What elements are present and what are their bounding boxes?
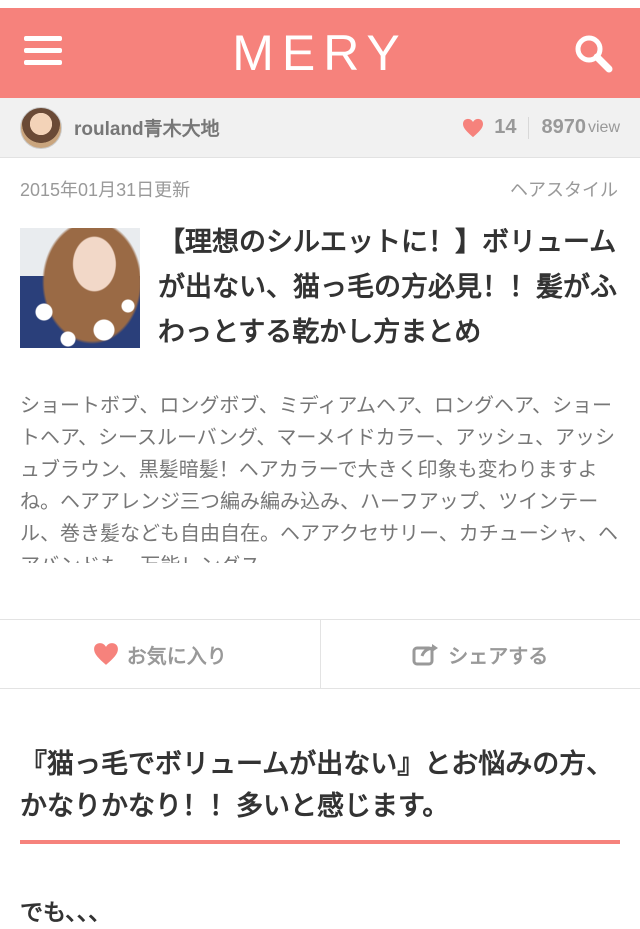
view-count: 8970 bbox=[541, 116, 586, 138]
author-name[interactable]: rouland青木大地 bbox=[74, 114, 220, 141]
avatar[interactable] bbox=[20, 106, 62, 149]
heart-icon bbox=[463, 118, 484, 137]
section-heading: 『猫っ毛でボリュームが出ない』とお悩みの方、かなりかなり！！多いと感じます。 bbox=[20, 744, 620, 845]
share-button[interactable]: シェアする bbox=[319, 620, 640, 688]
share-label: シェアする bbox=[448, 643, 549, 668]
article-title: 【理想のシルエットに！】ボリュームが出ない、猫っ毛の方必見！！髪がふわっとする乾… bbox=[158, 227, 617, 348]
like-count: 14 bbox=[494, 116, 517, 138]
article-meta: 2015年01月31日更新 ヘアスタイル bbox=[0, 158, 640, 202]
article-headline: 【理想のシルエットに！】ボリュームが出ない、猫っ毛の方必見！！髪がふわっとする乾… bbox=[0, 202, 640, 373]
stats-divider bbox=[528, 116, 530, 139]
category-link[interactable]: ヘアスタイル bbox=[510, 176, 618, 202]
updated-date: 2015年01月31日更新 bbox=[20, 180, 191, 200]
author-bar: rouland青木大地 14 8970 view bbox=[0, 98, 640, 158]
article-summary: ショートボブ、ロングボブ、ミディアムヘア、ロングヘア、ショートヘア、シースルーバ… bbox=[20, 393, 618, 563]
heart-icon bbox=[93, 643, 118, 665]
article-thumbnail bbox=[20, 228, 140, 348]
favorite-button[interactable]: お気に入り bbox=[0, 620, 320, 688]
search-icon[interactable] bbox=[574, 34, 614, 74]
share-icon bbox=[412, 644, 439, 666]
logo[interactable]: MERY bbox=[232, 24, 408, 82]
status-strip bbox=[0, 0, 640, 8]
body-text: でも、、、 bbox=[20, 900, 112, 926]
article-stats: 14 8970 view bbox=[462, 116, 620, 139]
view-unit: view bbox=[587, 118, 620, 136]
app-header: MERY bbox=[0, 8, 640, 98]
hamburger-menu-icon[interactable] bbox=[24, 36, 62, 70]
favorite-label: お気に入り bbox=[126, 643, 227, 668]
action-bar: お気に入り シェアする bbox=[0, 619, 640, 689]
